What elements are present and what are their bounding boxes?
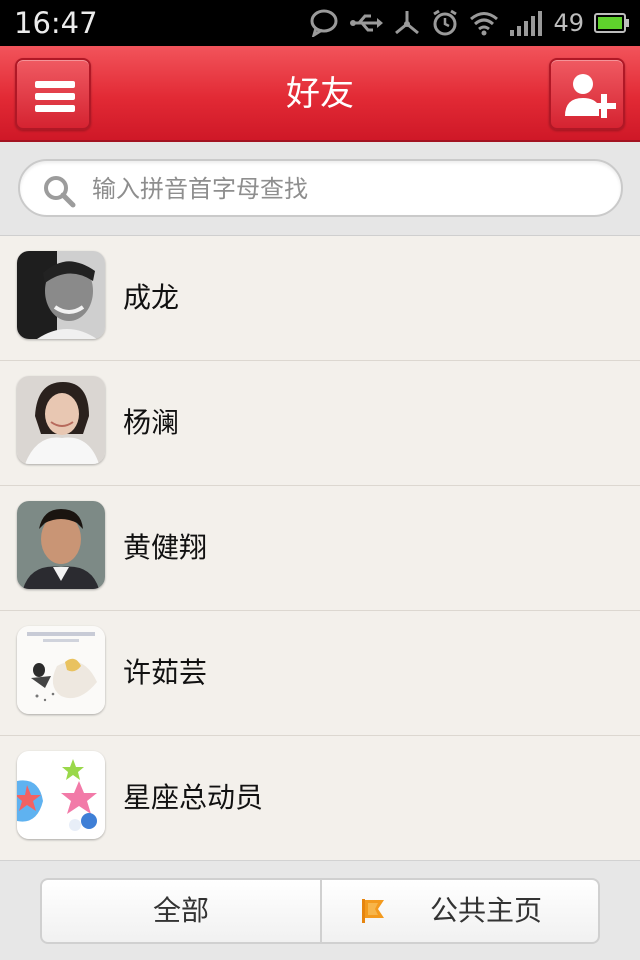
friend-row[interactable]: 星座总动员 — [0, 736, 640, 861]
friend-name: 黄健翔 — [123, 531, 208, 564]
usb-icon — [350, 14, 384, 32]
friend-list: 成龙 杨澜 黄健翔 许茹芸 星座总动员 — [0, 236, 640, 861]
battery-icon — [594, 13, 629, 33]
status-icons: 49 — [309, 6, 630, 40]
tether-icon — [395, 11, 420, 35]
signal-icon — [510, 11, 543, 36]
hamburger-menu-icon — [35, 81, 75, 112]
avatar — [17, 251, 105, 339]
tab-all[interactable]: 全部 — [40, 878, 322, 944]
friend-row[interactable]: 许茹芸 — [0, 611, 640, 736]
friend-name: 成龙 — [123, 281, 180, 314]
search-box[interactable] — [18, 159, 623, 217]
tab-public-pages-label: 公共主页 — [430, 894, 543, 927]
friend-name: 星座总动员 — [123, 781, 264, 814]
avatar — [17, 376, 105, 464]
search-input[interactable] — [92, 169, 592, 209]
add-friend-button[interactable] — [549, 58, 625, 130]
status-bar: 16:47 49 — [0, 0, 640, 46]
add-friend-icon — [565, 74, 616, 118]
chat-bubble-icon — [310, 9, 338, 37]
status-time: 16:47 — [14, 6, 98, 40]
page-title: 好友 — [286, 74, 354, 114]
battery-level: 49 — [553, 9, 584, 37]
search-bar — [0, 142, 640, 236]
search-icon — [44, 176, 76, 208]
menu-button[interactable] — [15, 58, 91, 130]
bottom-tab-bar: 全部 公共主页 — [0, 860, 640, 960]
avatar — [17, 626, 105, 714]
friend-row[interactable]: 成龙 — [0, 236, 640, 361]
app-header: 好友 — [0, 46, 640, 142]
friend-row[interactable]: 黄健翔 — [0, 486, 640, 611]
flag-icon — [362, 899, 384, 923]
wifi-icon — [470, 12, 499, 36]
avatar — [17, 501, 105, 589]
tab-public-pages[interactable]: 公共主页 — [320, 878, 600, 944]
friend-name: 杨澜 — [123, 406, 180, 439]
avatar — [17, 751, 105, 839]
friend-row[interactable]: 杨澜 — [0, 361, 640, 486]
alarm-icon — [433, 9, 458, 36]
friend-name: 许茹芸 — [123, 656, 208, 689]
